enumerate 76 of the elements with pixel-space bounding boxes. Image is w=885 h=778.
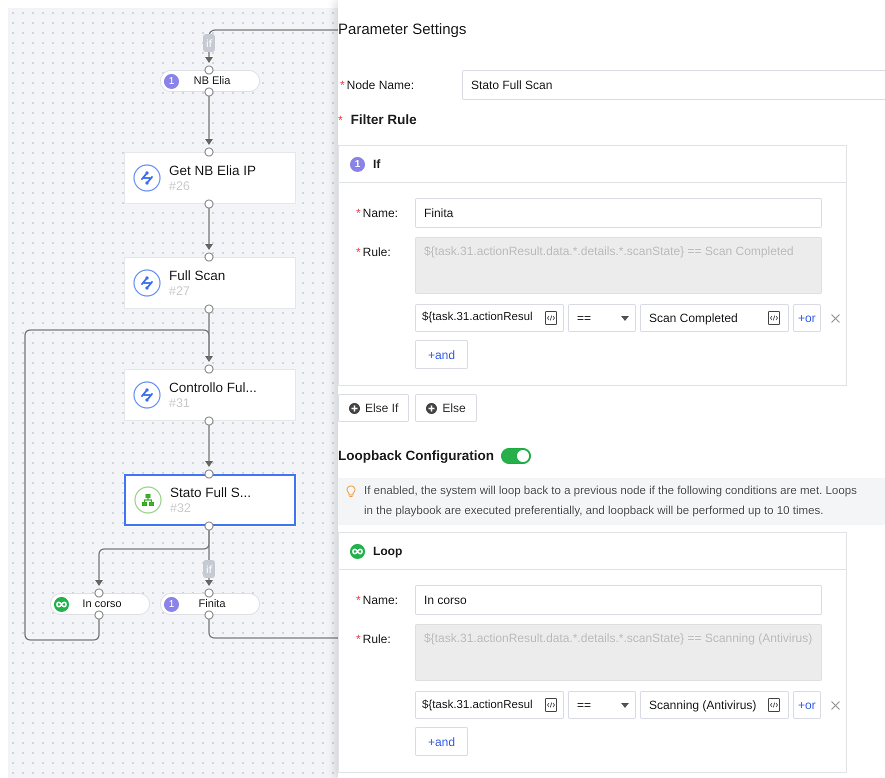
node-title: Full Scan <box>169 268 226 284</box>
section-title: Filter Rule <box>350 110 417 129</box>
required-mark: * <box>338 112 343 129</box>
code-icon <box>766 310 782 326</box>
connection-port[interactable] <box>204 199 214 209</box>
or-button[interactable]: +or <box>793 691 821 720</box>
code-icon <box>543 310 559 326</box>
text-field[interactable]: Stato Full Scan <box>462 70 885 100</box>
expression-field[interactable]: ${task.31.actionResul <box>415 304 564 332</box>
and-button[interactable]: +and <box>415 727 468 756</box>
connection-port[interactable] <box>204 521 214 531</box>
loop-icon <box>54 596 69 612</box>
code-icon <box>766 697 782 714</box>
connection-port[interactable] <box>204 252 214 262</box>
bulb-icon <box>346 485 356 498</box>
card-title: Loop <box>373 543 402 560</box>
caret-icon <box>621 316 629 320</box>
number-badge: 1 <box>164 74 179 88</box>
field-label: * Rule: <box>355 244 392 261</box>
field-label: * Name: <box>355 592 400 610</box>
close-icon <box>830 700 840 710</box>
section-title: Loopback Configuration <box>338 447 494 465</box>
flow-icon <box>133 269 161 297</box>
info-text: If enabled, the system will loop back to a previous node if the following conditions are met. Loops in the playbook are executed preferentially, and loopback will be performed up to 10 times. <box>364 484 857 520</box>
connection-port[interactable] <box>204 469 214 479</box>
value-field[interactable]: Scan Completed <box>640 304 789 332</box>
panel-title: Parameter Settings <box>338 20 468 40</box>
plus-circle-icon <box>349 402 360 414</box>
plus-circle-icon <box>426 402 438 414</box>
add-branch-button[interactable]: Else If <box>338 394 410 422</box>
card-title: If <box>373 156 380 173</box>
caret-icon <box>621 702 629 708</box>
and-button[interactable]: +and <box>415 340 468 369</box>
edge-label: if <box>203 560 215 578</box>
connection-port[interactable] <box>204 147 214 157</box>
flow-node[interactable]: 1 Finita <box>160 593 260 615</box>
field-label: * Node Name: <box>339 77 416 94</box>
connector-arrow <box>205 208 213 250</box>
add-branch-button[interactable]: Else <box>415 394 477 422</box>
field-label: * Rule: <box>355 631 392 648</box>
loop-icon <box>350 544 365 559</box>
toggle-switch[interactable] <box>501 448 531 464</box>
node-title: Get NB Elia IP <box>169 163 256 179</box>
hierarchy-icon <box>134 486 162 514</box>
operator-select[interactable]: == <box>568 304 636 332</box>
flow-icon <box>133 164 161 192</box>
close-icon <box>830 314 840 322</box>
code-icon <box>543 697 559 714</box>
value-field[interactable]: Scanning (Antivirus) <box>640 691 789 720</box>
node-label: Finita <box>198 596 226 612</box>
connection-port[interactable] <box>204 416 214 426</box>
node-label: NB Elia <box>192 74 232 89</box>
connection-port[interactable] <box>204 364 214 374</box>
expression-field[interactable]: ${task.31.actionResul <box>415 691 564 720</box>
flow-icon <box>133 381 161 409</box>
connection-port[interactable] <box>204 610 214 620</box>
connection-port[interactable] <box>94 610 104 620</box>
connection-port[interactable] <box>94 588 104 598</box>
text-field[interactable]: Finita <box>415 198 822 228</box>
field-label: * Name: <box>355 205 400 222</box>
connection-port[interactable] <box>204 588 214 598</box>
flow-node[interactable]: 1 NB Elia <box>160 70 260 92</box>
number-badge: 1 <box>350 156 365 172</box>
or-button[interactable]: +or <box>793 304 821 332</box>
edge-label: if <box>203 34 215 52</box>
text-field[interactable]: In corso <box>415 585 822 616</box>
number-badge: 1 <box>164 596 179 612</box>
node-label: In corso <box>81 596 123 612</box>
node-title: Controllo Ful... <box>169 380 257 396</box>
node-title: Stato Full S... <box>170 485 252 501</box>
connection-port[interactable] <box>204 65 214 75</box>
connector-arrow <box>205 96 213 145</box>
connection-port[interactable] <box>204 87 214 97</box>
operator-select[interactable]: == <box>568 691 636 720</box>
connection-port[interactable] <box>204 304 214 314</box>
flow-node[interactable]: In corso <box>50 593 150 615</box>
